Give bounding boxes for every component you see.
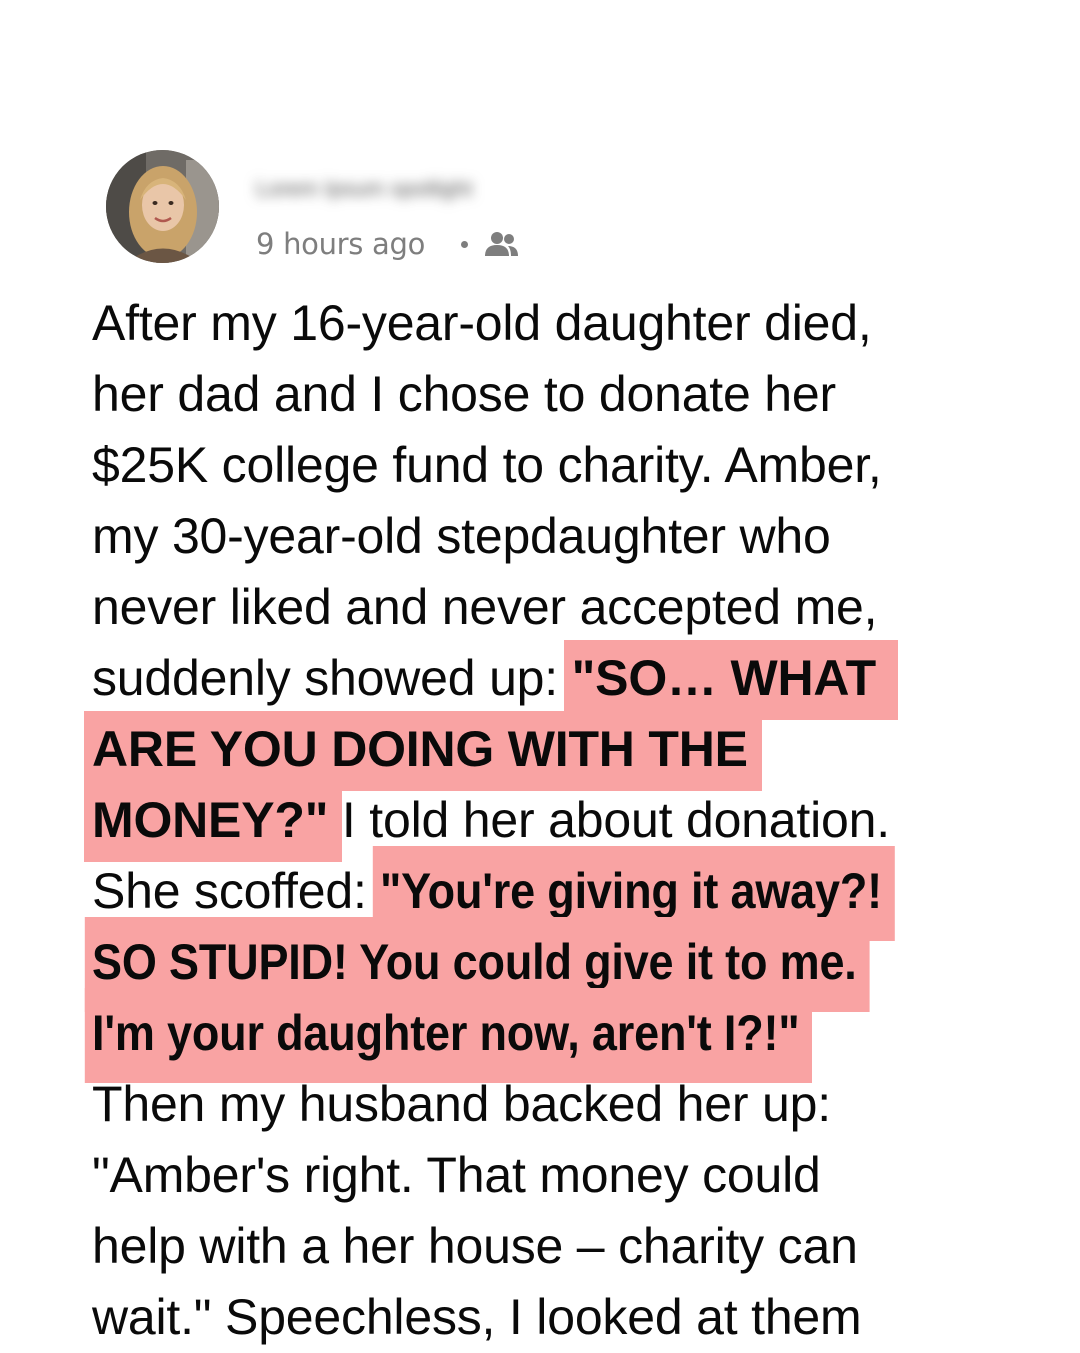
post-line: never liked and never accepted me, [92, 572, 1012, 643]
post-line: After my 16-year-old daughter died, [92, 288, 1012, 359]
post-text: her dad and I chose to donate her [92, 366, 836, 422]
post-text: She scoffed: [92, 863, 381, 919]
post-line: wait." Speechless, I looked at them [92, 1282, 1012, 1353]
post-text: never liked and never accepted me, [92, 579, 878, 635]
post-line: I'm your daughter now, aren't I?!" [84, 988, 1012, 1083]
post-line: her dad and I chose to donate her [92, 359, 1012, 430]
highlighted-quote: MONEY?" [92, 792, 329, 848]
post-header: Lorem Ipsum spotlight 9 hours ago [106, 150, 1006, 266]
post-line: suddenly showed up: "SO… WHAT [92, 643, 1012, 714]
post-text: "Amber's right. That money could [92, 1147, 821, 1203]
post-text: wait." Speechless, I looked at them [92, 1289, 862, 1345]
post-text: my 30-year-old stepdaughter who [92, 508, 831, 564]
post-body: After my 16-year-old daughter died, her … [84, 288, 1012, 1353]
post-text: help with a her house – charity can [92, 1218, 858, 1274]
post-text: I told her about donation. [328, 792, 890, 848]
separator-dot [461, 240, 469, 248]
highlighted-quote: ARE YOU DOING WITH THE [92, 721, 748, 777]
highlighted-quote: I'm your daughter now, aren't I?!" [84, 988, 813, 1083]
avatar[interactable] [106, 150, 219, 263]
post-line: help with a her house – charity can [92, 1211, 1012, 1282]
post-line: $25K college fund to charity. Amber, [92, 430, 1012, 501]
post-line: "Amber's right. That money could [92, 1140, 1012, 1211]
friends-icon[interactable] [482, 229, 520, 259]
post-line: ARE YOU DOING WITH THE [92, 714, 1012, 785]
author-name[interactable]: Lorem Ipsum spotlight [256, 178, 616, 200]
post-timestamp[interactable]: 9 hours ago [256, 227, 425, 261]
post-text: $25K college fund to charity. Amber, [92, 437, 882, 493]
highlighted-quote: "SO… WHAT [571, 650, 876, 706]
post-text: After my 16-year-old daughter died, [92, 295, 872, 351]
post-text: Then my husband backed her up: [92, 1076, 831, 1132]
post-meta: 9 hours ago [256, 224, 520, 264]
post-text: suddenly showed up: [92, 650, 572, 706]
post-line: my 30-year-old stepdaughter who [92, 501, 1012, 572]
